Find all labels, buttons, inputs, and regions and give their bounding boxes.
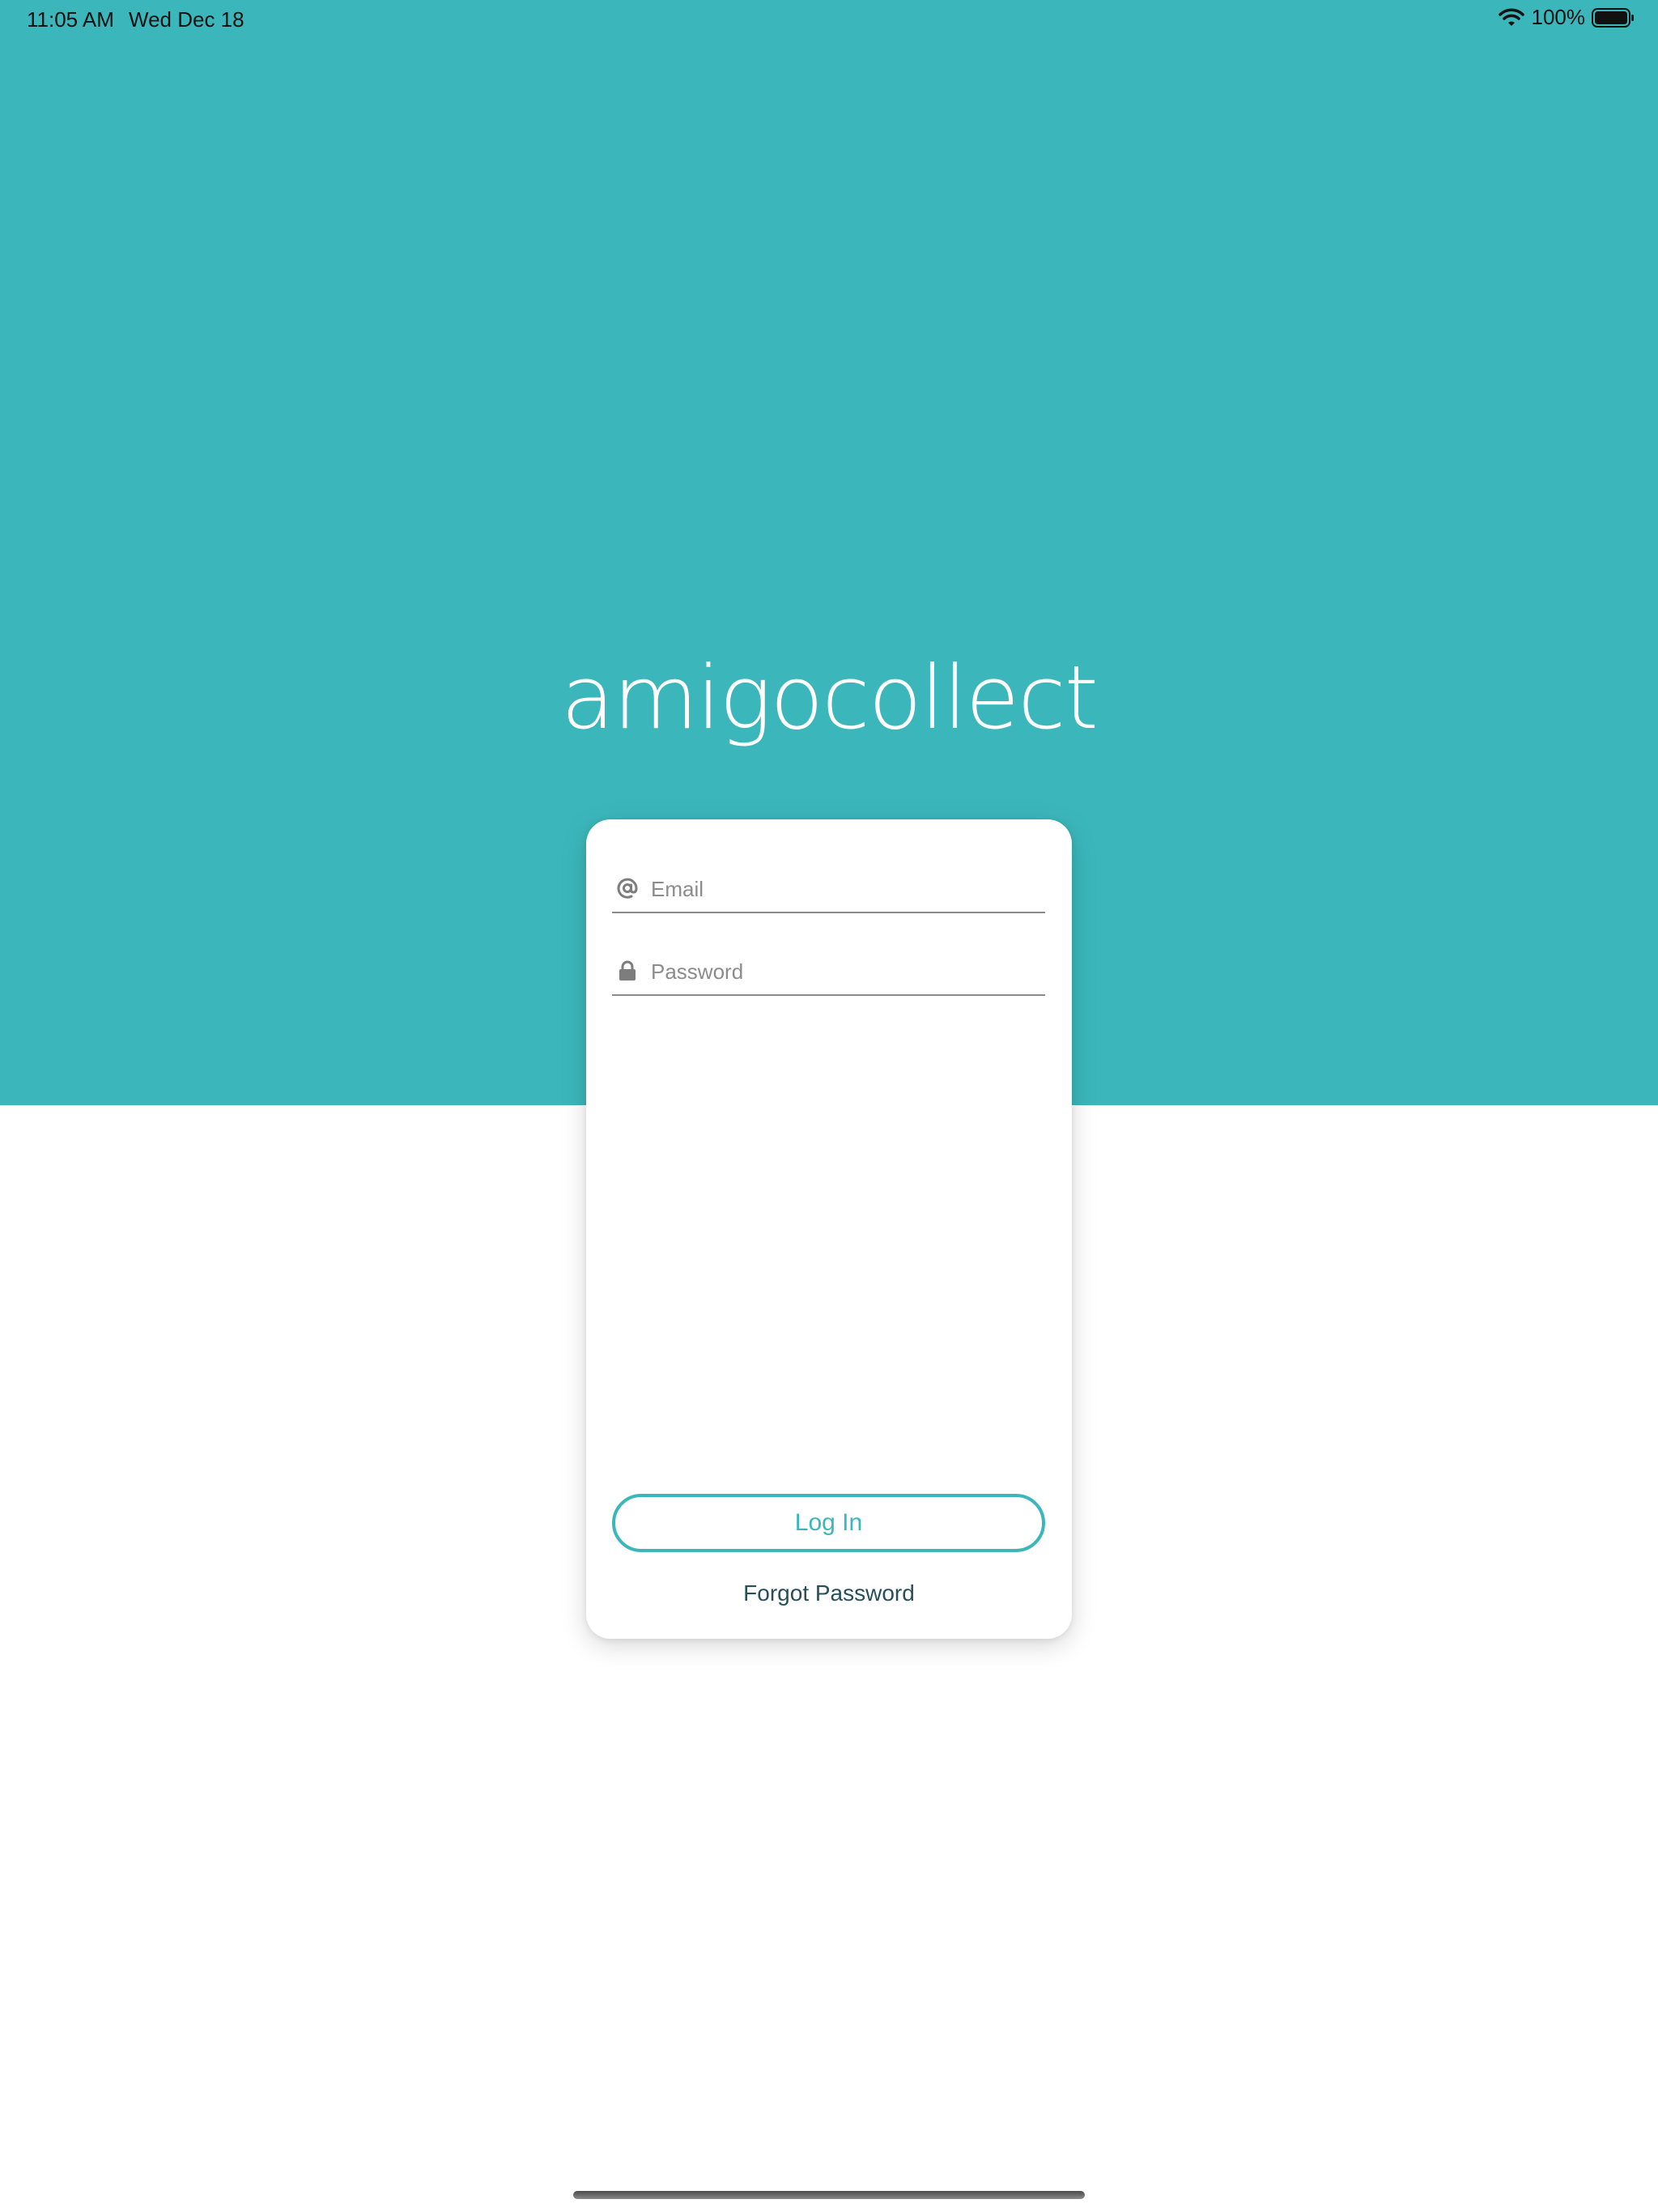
wifi-icon bbox=[1498, 8, 1524, 26]
email-input[interactable] bbox=[651, 871, 1031, 907]
battery-full-icon bbox=[1592, 7, 1634, 28]
status-indicators: 100% bbox=[1498, 5, 1636, 30]
status-date: Wed Dec 18 bbox=[129, 7, 244, 32]
battery-percent: 100% bbox=[1531, 5, 1586, 29]
status-bar: 11:05 AM Wed Dec 18 100% bbox=[0, 0, 1658, 39]
forgot-password-link[interactable]: Forgot Password bbox=[586, 1580, 1072, 1606]
home-indicator[interactable] bbox=[573, 2191, 1085, 2199]
email-field-row bbox=[612, 866, 1045, 913]
password-field-row bbox=[612, 949, 1045, 996]
at-sign-icon bbox=[617, 878, 638, 899]
password-input[interactable] bbox=[651, 954, 1031, 989]
status-time: 11:05 AM bbox=[27, 7, 114, 32]
lock-icon bbox=[619, 960, 636, 981]
login-button[interactable]: Log In bbox=[612, 1494, 1045, 1552]
amigocollect-logo: amigocollect bbox=[561, 648, 1099, 749]
